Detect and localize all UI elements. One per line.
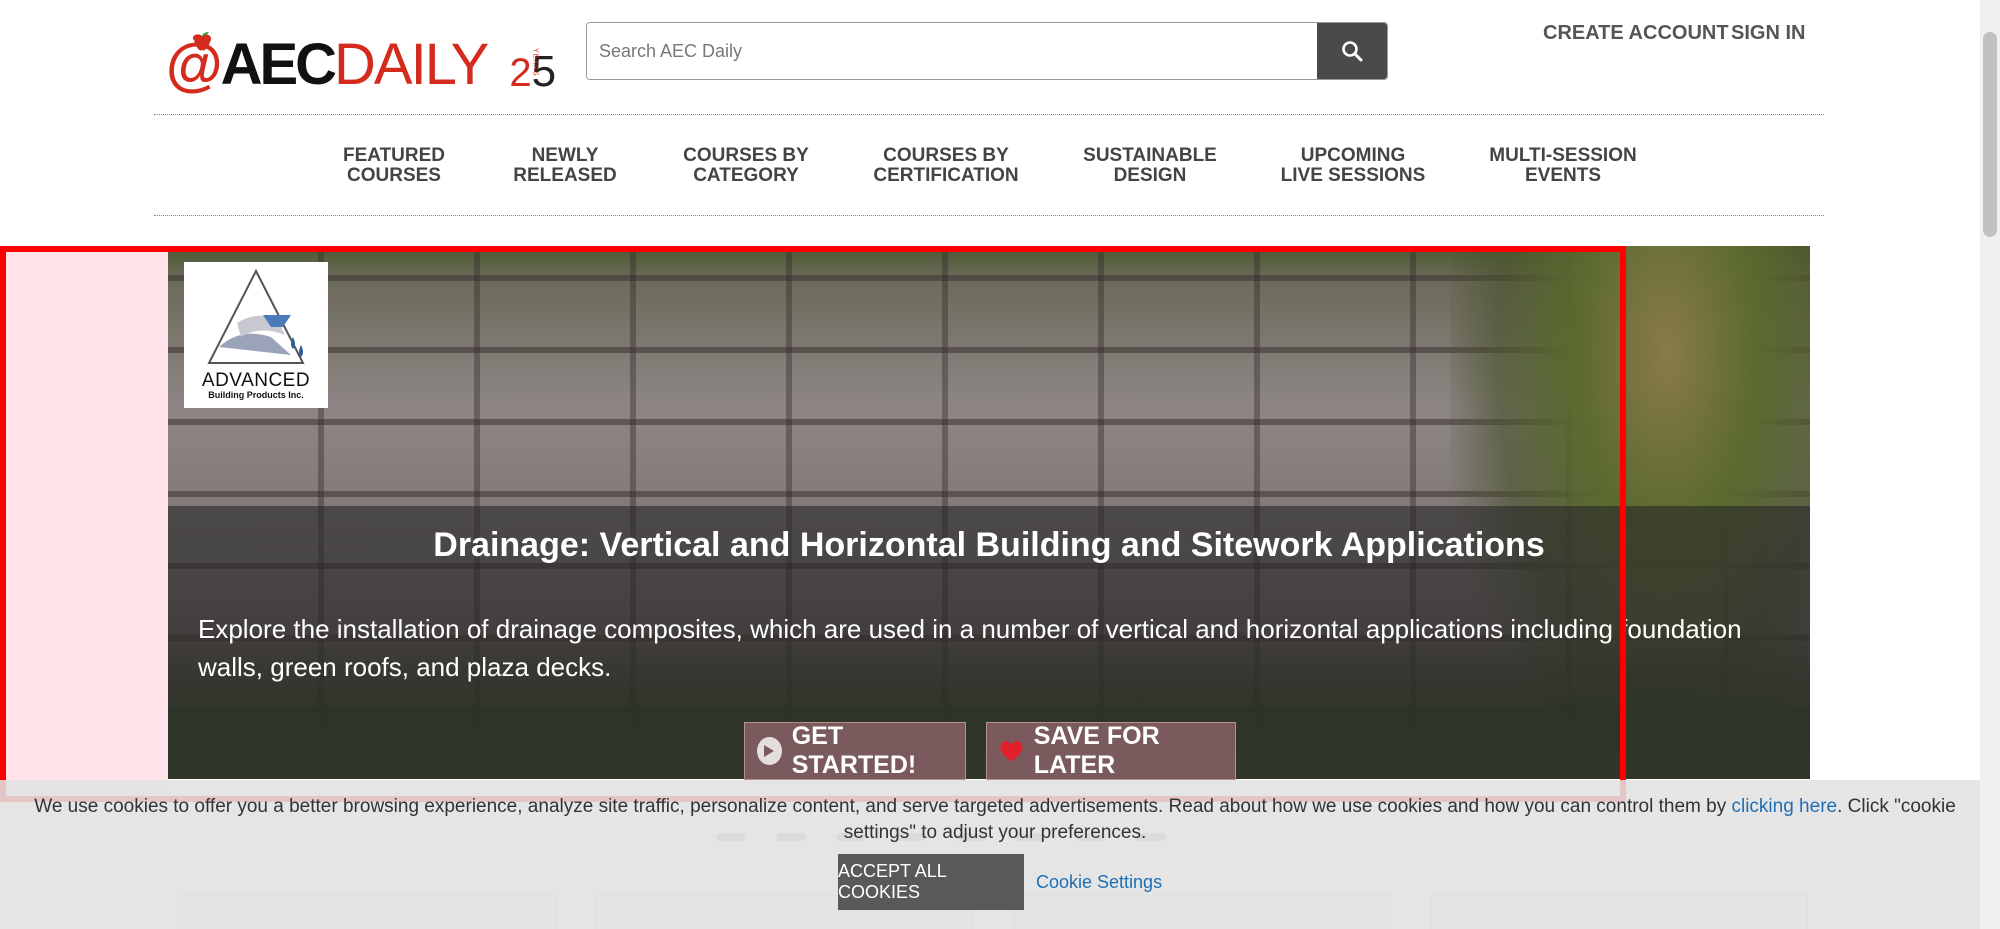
cookie-settings-link[interactable]: Cookie Settings bbox=[1036, 872, 1162, 893]
sponsor-subtitle: Building Products Inc. bbox=[208, 390, 304, 400]
sign-in-link[interactable]: SIGN IN bbox=[1731, 22, 1805, 45]
accept-all-cookies-button[interactable]: ACCEPT ALL COOKIES bbox=[838, 854, 1024, 910]
nav-multi-session-events[interactable]: MULTI-SESSION EVENTS bbox=[1489, 146, 1636, 186]
highlight-fill bbox=[6, 252, 168, 796]
logo-aec: AEC bbox=[220, 32, 337, 97]
nav-courses-by-category[interactable]: COURSES BY CATEGORY bbox=[683, 146, 809, 186]
course-title: Drainage: Vertical and Horizontal Buildi… bbox=[433, 526, 1545, 564]
get-started-button[interactable]: GET STARTED! bbox=[744, 722, 966, 780]
anniversary-badge: 25 YEARS bbox=[509, 47, 557, 96]
heart-icon bbox=[1000, 741, 1023, 762]
cookie-message: We use cookies to offer you a better bro… bbox=[34, 796, 1956, 843]
nav-divider bbox=[154, 215, 1824, 216]
scrollbar-thumb[interactable] bbox=[1983, 32, 1997, 237]
search-button[interactable] bbox=[1317, 23, 1387, 79]
sponsor-logo[interactable]: ADVANCED Building Products Inc. bbox=[184, 262, 328, 408]
cookie-policy-link[interactable]: clicking here bbox=[1731, 796, 1837, 817]
page-scrollbar[interactable] bbox=[1980, 0, 2000, 929]
save-for-later-label: SAVE FOR LATER bbox=[1033, 722, 1160, 779]
aecdaily-logo[interactable]: @ AEC DAILY 25 YEARS bbox=[166, 22, 556, 97]
hero-banner bbox=[168, 246, 1810, 779]
search-bar bbox=[586, 22, 1388, 80]
search-input[interactable] bbox=[587, 23, 1317, 79]
logo-daily: DAILY bbox=[334, 32, 489, 97]
cookie-banner: We use cookies to offer you a better bro… bbox=[0, 780, 1980, 929]
nav-upcoming-live-sessions[interactable]: UPCOMING LIVE SESSIONS bbox=[1281, 146, 1426, 186]
logo-at: @ bbox=[166, 32, 223, 97]
nav-courses-by-certification[interactable]: COURSES BY CERTIFICATION bbox=[873, 146, 1018, 186]
main-navigation: FEATURED COURSES NEWLY RELEASED COURSES BY… bbox=[0, 146, 2000, 186]
pyramid-icon bbox=[207, 268, 305, 364]
search-icon bbox=[1342, 41, 1363, 62]
nav-newly-released[interactable]: NEWLY RELEASED bbox=[513, 146, 616, 186]
play-icon bbox=[757, 737, 782, 765]
get-started-label: GET STARTED! bbox=[791, 722, 917, 779]
course-description: Explore the installation of drainage com… bbox=[198, 614, 1742, 682]
nav-featured-courses[interactable]: FEATURED COURSES bbox=[343, 146, 445, 186]
save-for-later-button[interactable]: SAVE FOR LATER bbox=[986, 722, 1236, 780]
nav-sustainable-design[interactable]: SUSTAINABLE DESIGN bbox=[1083, 146, 1217, 186]
apple-icon bbox=[192, 32, 212, 51]
header-divider bbox=[154, 114, 1824, 115]
create-account-link[interactable]: CREATE ACCOUNT bbox=[1543, 22, 1729, 45]
sponsor-name: ADVANCED bbox=[201, 370, 311, 391]
